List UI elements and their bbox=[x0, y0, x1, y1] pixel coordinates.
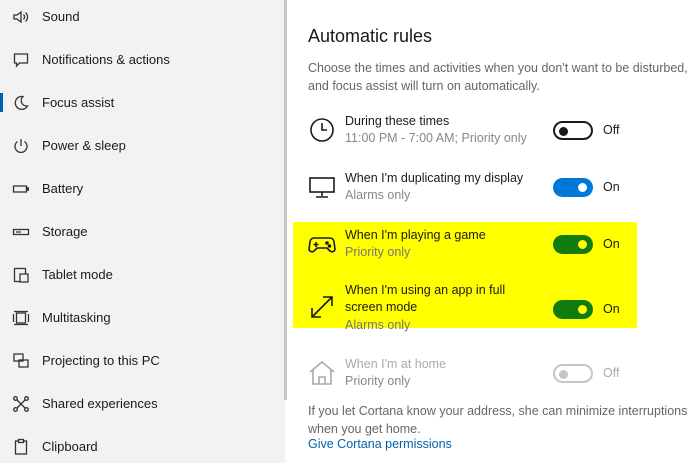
rule-subtitle: Alarms only bbox=[345, 318, 411, 332]
projecting-icon bbox=[12, 352, 30, 370]
tablet-icon bbox=[12, 266, 30, 284]
sidebar-item-label: Notifications & actions bbox=[42, 52, 170, 67]
sidebar-item-tablet-mode[interactable]: Tablet mode bbox=[0, 253, 285, 296]
rule-toggle[interactable] bbox=[553, 300, 593, 319]
rule-toggle[interactable] bbox=[553, 178, 593, 197]
sidebar-item-label: Shared experiences bbox=[42, 396, 158, 411]
sidebar-item-label: Clipboard bbox=[42, 439, 98, 454]
sidebar-item-projecting[interactable]: Projecting to this PC bbox=[0, 339, 285, 382]
power-icon bbox=[12, 137, 30, 155]
toggle-state: Off bbox=[603, 366, 620, 380]
sidebar-item-label: Battery bbox=[42, 181, 84, 196]
rule-toggle[interactable] bbox=[553, 235, 593, 254]
toggle-state: On bbox=[603, 302, 620, 316]
monitor-icon bbox=[307, 172, 337, 202]
sidebar-item-focus-assist[interactable]: Focus assist bbox=[0, 81, 285, 124]
speaker-icon bbox=[12, 8, 30, 26]
sidebar-item-label: Sound bbox=[42, 9, 80, 24]
sidebar-item-label: Focus assist bbox=[42, 95, 115, 110]
sidebar-item-shared-experiences[interactable]: Shared experiences bbox=[0, 382, 285, 425]
gamepad-icon bbox=[307, 229, 337, 259]
sidebar-item-notifications[interactable]: Notifications & actions bbox=[0, 38, 285, 81]
rule-subtitle: 11:00 PM - 7:00 AM; Priority only bbox=[345, 131, 527, 145]
settings-sidebar: Sound Notifications & actions Focus assi… bbox=[0, 0, 285, 463]
toggle-state: On bbox=[603, 180, 620, 194]
rule-toggle[interactable] bbox=[553, 121, 593, 140]
sidebar-item-label: Power & sleep bbox=[42, 138, 126, 153]
storage-icon bbox=[12, 223, 30, 241]
rule-subtitle: Priority only bbox=[345, 245, 411, 259]
clipboard-icon bbox=[12, 438, 30, 456]
fullscreen-icon bbox=[307, 292, 337, 322]
rule-title: During these times bbox=[345, 114, 450, 128]
sidebar-item-label: Multitasking bbox=[42, 310, 111, 325]
main-content: Automatic rules Choose the times and act… bbox=[287, 0, 700, 463]
rule-toggle[interactable] bbox=[553, 364, 593, 383]
toggle-state: On bbox=[603, 237, 620, 251]
rule-title: When I'm playing a game bbox=[345, 228, 486, 242]
sidebar-item-power-sleep[interactable]: Power & sleep bbox=[0, 124, 285, 167]
rule-subtitle: Alarms only bbox=[345, 188, 411, 202]
rule-subtitle: Priority only bbox=[345, 374, 411, 388]
rule-title: When I'm at home bbox=[345, 357, 447, 371]
sidebar-item-sound[interactable]: Sound bbox=[0, 0, 285, 38]
sidebar-item-multitasking[interactable]: Multitasking bbox=[0, 296, 285, 339]
toggle-state: Off bbox=[603, 123, 620, 137]
sidebar-item-storage[interactable]: Storage bbox=[0, 210, 285, 253]
sidebar-item-label: Tablet mode bbox=[42, 267, 113, 282]
sidebar-item-label: Storage bbox=[42, 224, 88, 239]
battery-icon bbox=[12, 180, 30, 198]
moon-icon bbox=[12, 94, 30, 112]
message-icon bbox=[12, 51, 30, 69]
shared-icon bbox=[12, 395, 30, 413]
sidebar-item-clipboard[interactable]: Clipboard bbox=[0, 425, 285, 468]
clock-icon bbox=[307, 115, 337, 145]
multitasking-icon bbox=[12, 309, 30, 327]
rule-title: When I'm using an app in full screen mod… bbox=[345, 283, 506, 314]
rule-title: When I'm duplicating my display bbox=[345, 171, 524, 185]
page-title: Automatic rules bbox=[308, 26, 433, 46]
home-icon bbox=[307, 358, 337, 388]
description-text: Choose the times and activities when you… bbox=[308, 61, 688, 93]
cortana-permissions-link[interactable]: Give Cortana permissions bbox=[308, 437, 452, 451]
sidebar-item-battery[interactable]: Battery bbox=[0, 167, 285, 210]
sidebar-item-label: Projecting to this PC bbox=[42, 353, 160, 368]
footer-text: If you let Cortana know your address, sh… bbox=[308, 404, 688, 436]
